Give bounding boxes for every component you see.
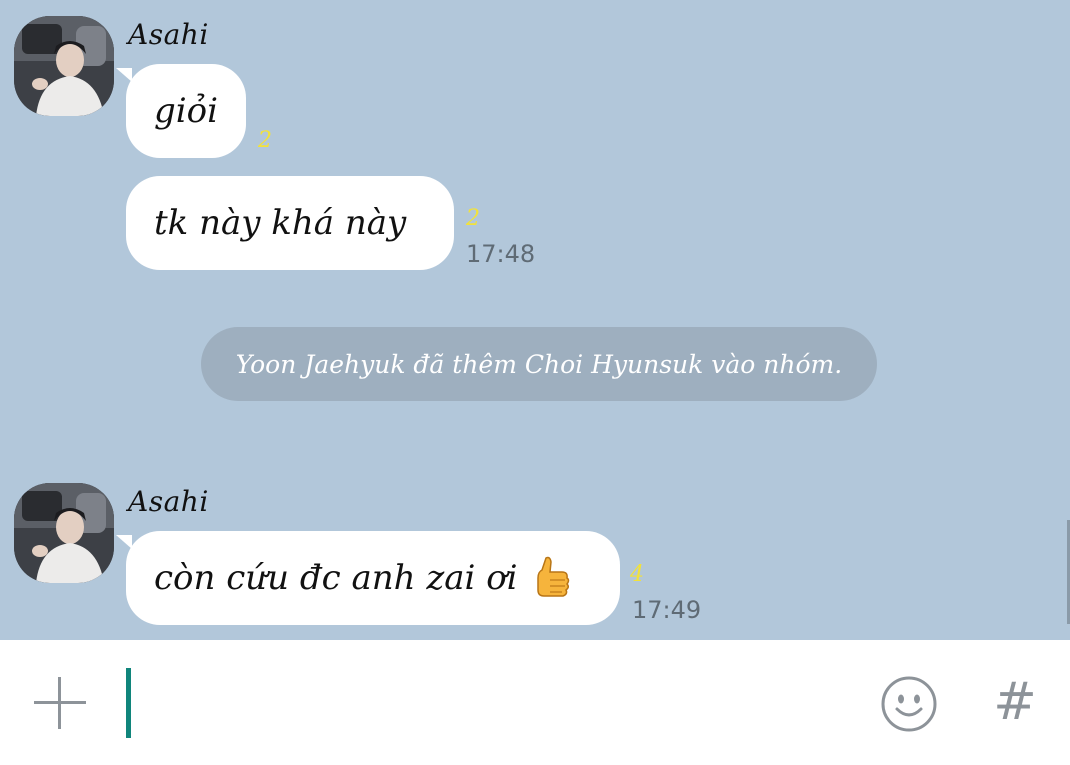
sender-name: Asahi bbox=[128, 18, 209, 51]
thumbs-up-icon bbox=[536, 556, 569, 597]
avatar-photo-icon bbox=[14, 16, 114, 116]
message-text: giỏi bbox=[154, 91, 218, 131]
sender-name: Asahi bbox=[128, 485, 209, 518]
avatar-photo-icon bbox=[14, 483, 114, 583]
message-bubble[interactable]: tk này khá này bbox=[126, 176, 454, 270]
plus-icon[interactable] bbox=[34, 677, 86, 729]
system-notice: Yoon Jaehyuk đã thêm Choi Hyunsuk vào nh… bbox=[201, 327, 877, 401]
chat-message-area[interactable]: Asahi giỏi 2 tk này khá này 2 17:48 Yoon… bbox=[0, 0, 1070, 640]
message-bubble[interactable]: còn cứu đc anh zai ơi bbox=[116, 531, 620, 625]
text-cursor bbox=[126, 668, 131, 738]
smiley-icon bbox=[881, 676, 937, 732]
unread-count: 2 bbox=[466, 206, 480, 231]
message-input[interactable] bbox=[124, 662, 844, 742]
system-notice-text: Yoon Jaehyuk đã thêm Choi Hyunsuk vào nh… bbox=[235, 349, 843, 379]
emoji-button[interactable] bbox=[880, 675, 938, 733]
message-timestamp: 17:49 bbox=[632, 596, 702, 624]
hash-icon[interactable]: # bbox=[990, 672, 1040, 732]
unread-count: 4 bbox=[630, 562, 644, 587]
message-timestamp: 17:48 bbox=[466, 240, 536, 268]
message-bubble[interactable]: giỏi bbox=[116, 64, 246, 158]
sender-avatar[interactable] bbox=[14, 16, 114, 116]
message-text: còn cứu đc anh zai ơi bbox=[154, 558, 518, 598]
message-text: tk này khá này bbox=[154, 203, 407, 243]
unread-count: 2 bbox=[258, 128, 272, 153]
message-input-bar: # bbox=[0, 640, 1070, 765]
sender-avatar[interactable] bbox=[14, 483, 114, 583]
